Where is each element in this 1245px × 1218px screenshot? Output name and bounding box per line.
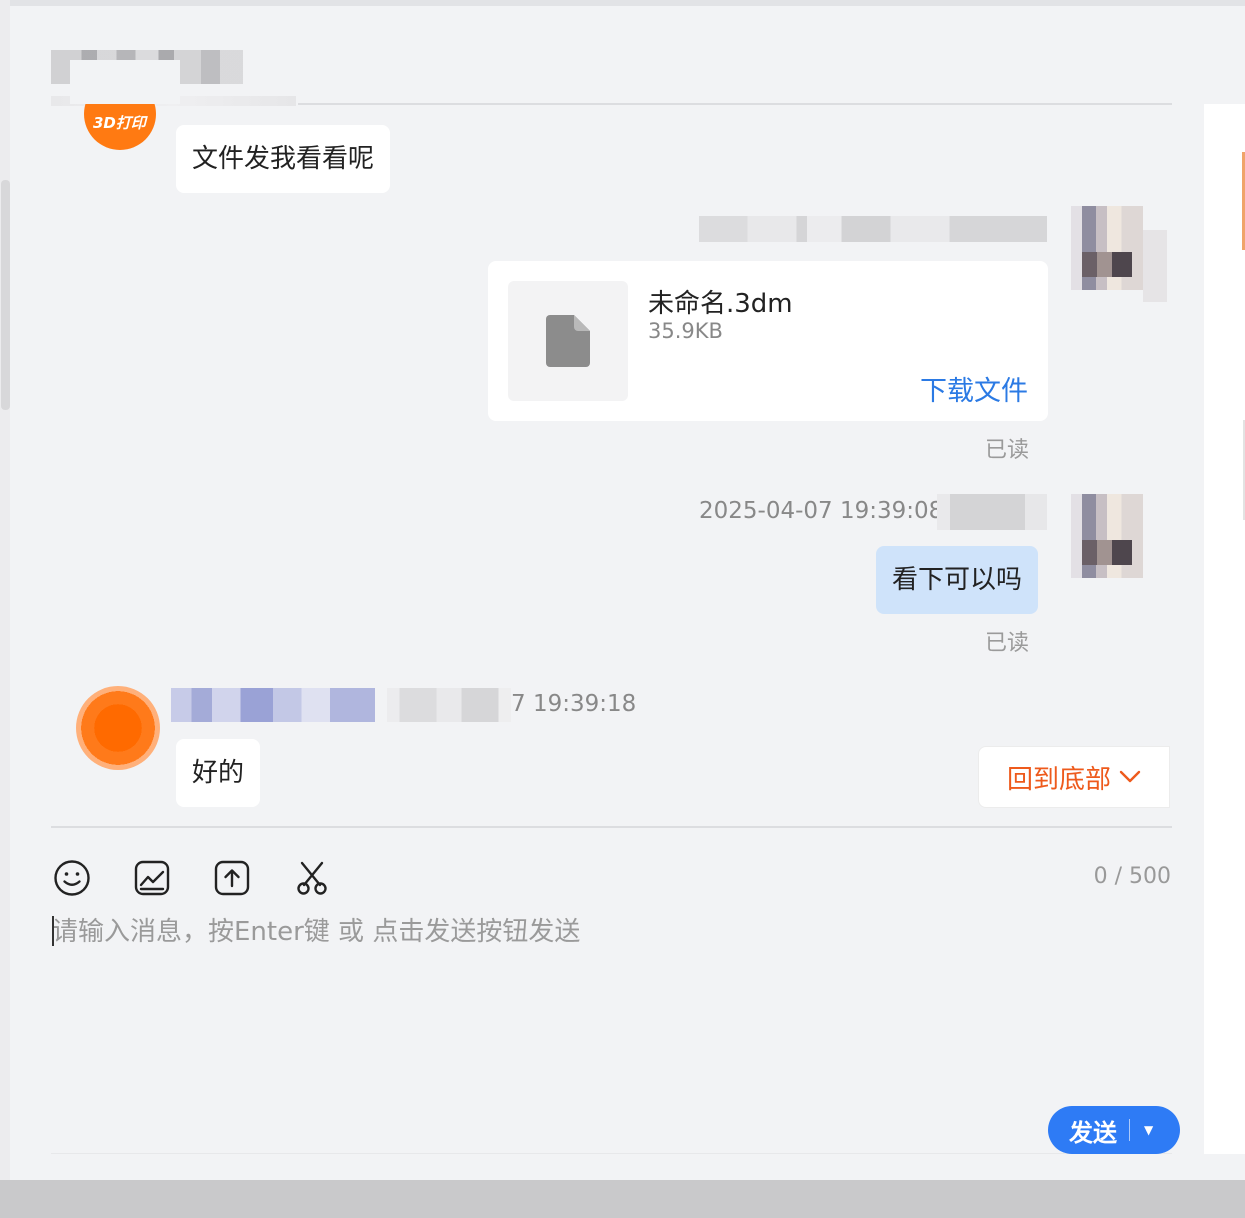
sender-name-redacted xyxy=(937,494,1047,530)
text-caret xyxy=(52,916,54,946)
file-icon xyxy=(546,315,590,367)
chevron-down-icon xyxy=(1119,770,1141,783)
file-size: 35.9KB xyxy=(648,319,723,343)
character-counter: 0 / 500 xyxy=(1093,864,1171,889)
file-name: 未命名.3dm xyxy=(648,289,793,319)
right-side-panel xyxy=(1204,104,1245,1154)
avatar[interactable] xyxy=(76,686,160,770)
upload-button[interactable] xyxy=(212,858,252,898)
left-edge xyxy=(0,0,10,1180)
avatar-edge-redacted xyxy=(1143,230,1167,302)
download-file-link[interactable]: 下载文件 xyxy=(920,369,1028,408)
message-text: 看下可以吗 xyxy=(892,565,1023,595)
sender-meta-redacted xyxy=(699,216,1047,242)
screenshot-button[interactable] xyxy=(292,858,332,898)
avatar[interactable] xyxy=(1071,494,1143,578)
message-bubble: 文件发我看看呢 xyxy=(176,125,391,193)
message-timestamp: 2025-04-07 19:39:08 xyxy=(699,498,944,524)
avatar-logo-mark: 3D打印 xyxy=(93,114,146,132)
header-divider xyxy=(298,103,1172,105)
message-bubble: 看下可以吗 xyxy=(876,546,1039,614)
read-status: 已读 xyxy=(985,438,1030,463)
file-thumbnail xyxy=(508,281,628,401)
caret-down-icon[interactable]: ▼ xyxy=(1144,1123,1153,1137)
sender-name-redacted xyxy=(171,688,375,722)
emoji-icon xyxy=(54,860,90,896)
message-input[interactable] xyxy=(50,905,1170,1095)
read-status: 已读 xyxy=(985,631,1030,656)
chat-input-divider xyxy=(51,826,1172,828)
header-mask xyxy=(70,60,180,104)
send-separator xyxy=(1129,1119,1130,1141)
window-bottom-bar xyxy=(0,1180,1245,1218)
image-icon xyxy=(134,860,170,896)
back-to-bottom-label: 回到底部 xyxy=(1006,764,1111,795)
message-text: 文件发我看看呢 xyxy=(192,144,375,174)
message-text: 好的 xyxy=(192,758,245,788)
send-button-group[interactable]: 发送 ▼ xyxy=(1048,1106,1180,1154)
back-to-bottom-button[interactable]: 回到底部 xyxy=(978,746,1170,808)
avatar[interactable] xyxy=(1071,206,1143,290)
timestamp-redacted xyxy=(387,688,511,722)
message-bubble: 好的 xyxy=(176,739,261,807)
send-button[interactable]: 发送 xyxy=(1048,1113,1117,1148)
bottom-divider xyxy=(51,1153,1172,1154)
message-timestamp: 7 19:39:18 xyxy=(511,691,637,717)
upload-icon xyxy=(214,860,250,896)
scissors-icon xyxy=(297,861,327,895)
top-strip xyxy=(0,0,1245,6)
scrollbar-thumb[interactable] xyxy=(1,180,10,410)
image-button[interactable] xyxy=(132,858,172,898)
emoji-button[interactable] xyxy=(52,858,92,898)
file-message-card[interactable]: 未命名.3dm 35.9KB 下载文件 xyxy=(488,261,1048,421)
